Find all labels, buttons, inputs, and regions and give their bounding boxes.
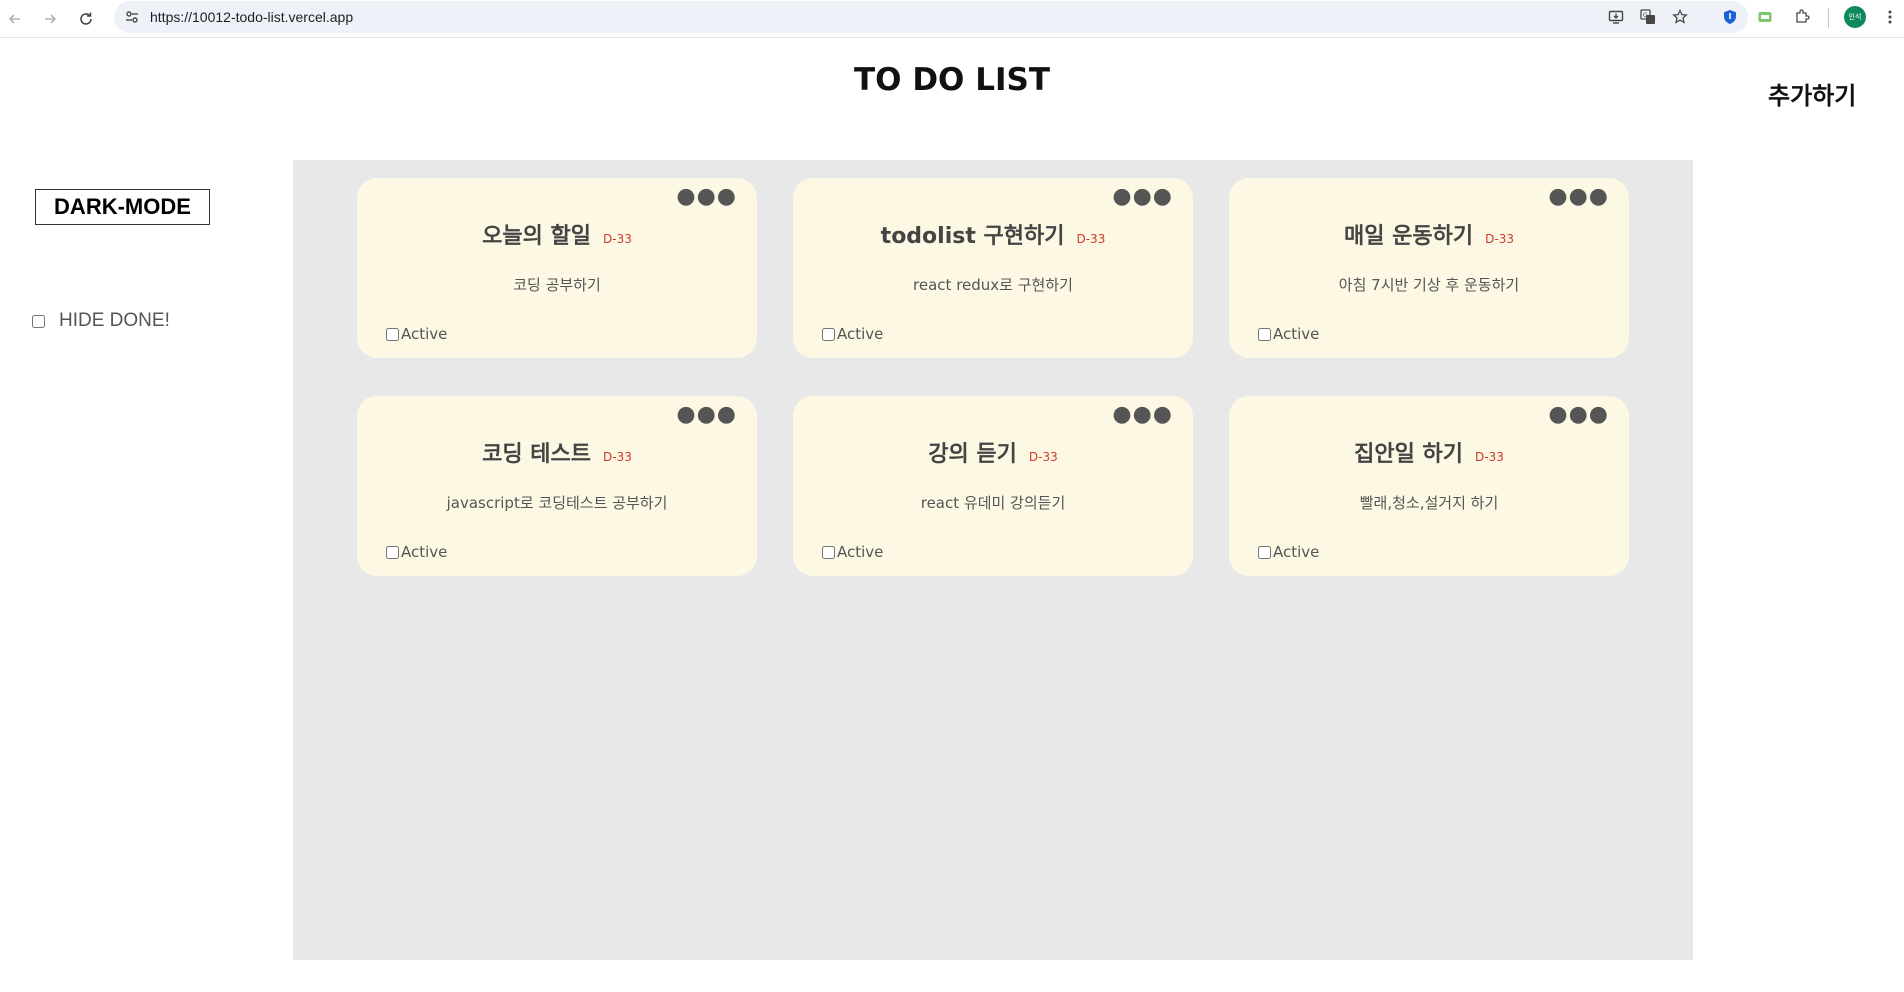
todo-status-label[interactable]: Active: [401, 325, 447, 343]
todo-status-label[interactable]: Active: [1273, 325, 1319, 343]
more-options-icon[interactable]: ●●●: [1548, 184, 1609, 209]
todo-done-checkbox[interactable]: [1258, 327, 1271, 341]
reload-button[interactable]: [72, 5, 100, 33]
todo-title-row: 집안일 하기 D-33: [1229, 436, 1629, 468]
dark-mode-button[interactable]: DARK-MODE: [35, 189, 210, 225]
todo-card: ●●● todolist 구현하기 D-33 react redux로 구현하기 …: [793, 178, 1193, 358]
dday-badge: D-33: [1475, 450, 1504, 464]
profile-avatar[interactable]: 인석: [1844, 6, 1866, 28]
todo-title-row: 코딩 테스트 D-33: [357, 436, 757, 468]
dday-badge: D-33: [603, 232, 632, 246]
site-info-icon[interactable]: [122, 7, 142, 27]
todo-card: ●●● 코딩 테스트 D-33 javascript로 코딩테스트 공부하기 Ac…: [357, 396, 757, 576]
todo-description: 아침 7시반 기상 후 운동하기: [1338, 276, 1520, 294]
more-options-icon[interactable]: ●●●: [676, 402, 737, 427]
todo-title: 강의 듣기: [928, 442, 1017, 467]
todo-status: Active: [1258, 543, 1319, 561]
back-button[interactable]: [1, 5, 29, 33]
back-arrow-icon: [8, 14, 20, 24]
todo-description: 코딩 공부하기: [513, 276, 601, 294]
more-options-icon[interactable]: ●●●: [1112, 402, 1173, 427]
dday-badge: D-33: [603, 450, 632, 464]
extensions-puzzle-icon[interactable]: [1790, 5, 1814, 29]
todo-status: Active: [822, 325, 883, 343]
svg-text:G: G: [1643, 12, 1648, 19]
reload-icon: [80, 12, 92, 25]
url-text[interactable]: https://10012-todo-list.vercel.app: [150, 1, 353, 33]
todo-title-row: 강의 듣기 D-33: [793, 436, 1193, 468]
dday-badge: D-33: [1076, 232, 1106, 246]
todo-description: react 유데미 강의듣기: [920, 494, 1066, 512]
forward-button[interactable]: [36, 5, 64, 33]
todo-done-checkbox[interactable]: [386, 545, 399, 559]
todo-status-label[interactable]: Active: [837, 543, 883, 561]
todo-status-label[interactable]: Active: [1273, 543, 1319, 561]
more-vertical-icon[interactable]: [1878, 5, 1902, 29]
more-options-icon[interactable]: ●●●: [1548, 402, 1609, 427]
todo-done-checkbox[interactable]: [386, 327, 399, 341]
more-options-icon[interactable]: ●●●: [676, 184, 737, 209]
todo-status-label[interactable]: Active: [837, 325, 883, 343]
todo-title-row: 매일 운동하기 D-33: [1229, 218, 1629, 250]
todo-description: 빨래,청소,설거지 하기: [1359, 494, 1499, 512]
add-todo-button[interactable]: 추가하기: [1768, 76, 1856, 111]
todo-title: 코딩 테스트: [482, 442, 592, 467]
todo-description: react redux로 구현하기: [913, 276, 1073, 294]
todo-status: Active: [386, 543, 447, 561]
browser-toolbar: https://10012-todo-list.vercel.app G 인석: [0, 0, 1904, 38]
todo-card: ●●● 오늘의 할일 D-33 코딩 공부하기 Active: [357, 178, 757, 358]
bookmark-star-icon[interactable]: [1670, 7, 1690, 27]
install-app-icon[interactable]: [1606, 7, 1626, 27]
todo-board: ●●● 오늘의 할일 D-33 코딩 공부하기 Active ●●● todoli…: [293, 160, 1693, 960]
todo-title-row: 오늘의 할일 D-33: [357, 218, 757, 250]
hide-done-label[interactable]: HIDE DONE!: [59, 310, 170, 332]
hide-done-checkbox[interactable]: [32, 314, 45, 328]
todo-status: Active: [386, 325, 447, 343]
forward-arrow-icon: [45, 14, 57, 24]
dday-badge: D-33: [1485, 232, 1514, 246]
dday-badge: D-33: [1028, 450, 1058, 464]
more-options-icon[interactable]: ●●●: [1112, 184, 1173, 209]
todo-card: ●●● 강의 듣기 D-33 react 유데미 강의듣기 Active: [793, 396, 1193, 576]
todo-done-checkbox[interactable]: [1258, 545, 1271, 559]
hide-done-toggle: HIDE DONE!: [32, 310, 170, 332]
extension-green-icon[interactable]: [1753, 5, 1777, 29]
todo-title-row: todolist 구현하기 D-33: [793, 218, 1193, 250]
todo-card: ●●● 집안일 하기 D-33 빨래,청소,설거지 하기 Active: [1229, 396, 1629, 576]
translate-icon[interactable]: G: [1638, 7, 1658, 27]
todo-title: 집안일 하기: [1354, 442, 1464, 467]
todo-status: Active: [822, 543, 883, 561]
extension-shield-icon[interactable]: [1718, 5, 1742, 29]
todo-title: todolist 구현하기: [880, 224, 1065, 249]
page-title: TO DO LIST: [854, 62, 1050, 98]
todo-title: 매일 운동하기: [1344, 224, 1474, 249]
todo-done-checkbox[interactable]: [822, 545, 835, 559]
todo-description: javascript로 코딩테스트 공부하기: [446, 494, 668, 512]
todo-title: 오늘의 할일: [482, 224, 592, 249]
todo-card: ●●● 매일 운동하기 D-33 아침 7시반 기상 후 운동하기 Active: [1229, 178, 1629, 358]
todo-status-label[interactable]: Active: [401, 543, 447, 561]
toolbar-divider: [1828, 8, 1829, 28]
todo-status: Active: [1258, 325, 1319, 343]
address-bar[interactable]: https://10012-todo-list.vercel.app G: [114, 1, 1748, 33]
todo-done-checkbox[interactable]: [822, 327, 835, 341]
